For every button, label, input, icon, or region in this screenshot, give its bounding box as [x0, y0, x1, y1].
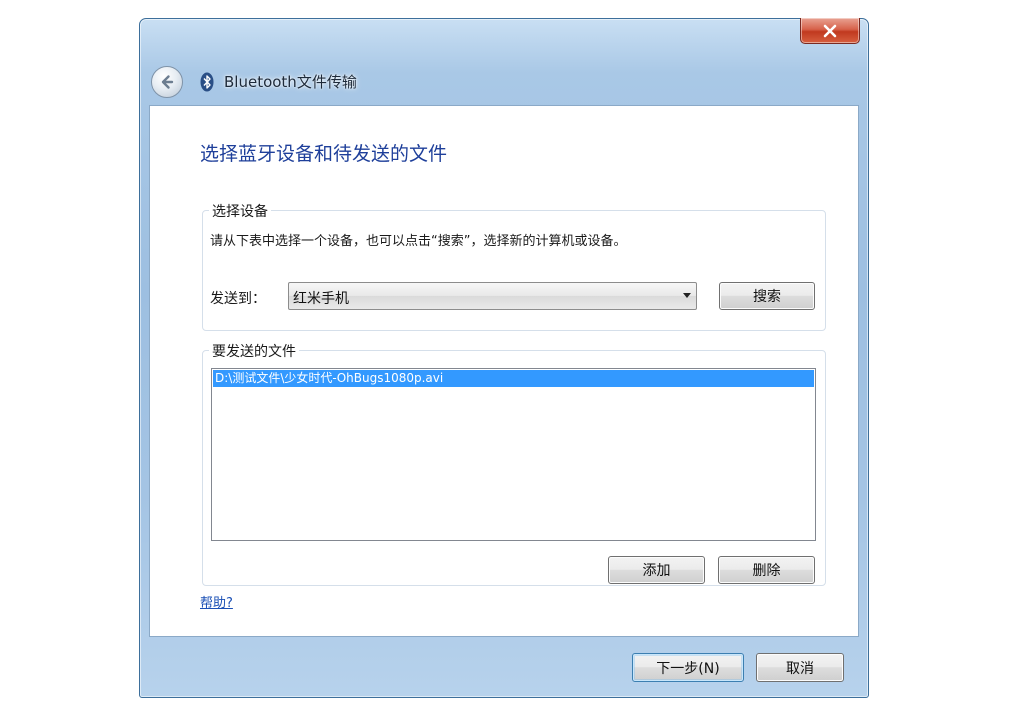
back-arrow-icon: [161, 75, 174, 89]
search-button[interactable]: 搜索: [719, 282, 815, 310]
device-group-legend: 选择设备: [209, 201, 271, 221]
help-link[interactable]: 帮助?: [200, 592, 233, 611]
files-group: 要发送的文件 D:\测试文件\少女时代-OhBugs1080p.avi 添加 删…: [202, 341, 826, 586]
back-button[interactable]: [151, 66, 183, 98]
bluetooth-icon: [197, 71, 217, 93]
page-title: 选择蓝牙设备和待发送的文件: [200, 143, 448, 165]
files-group-legend: 要发送的文件: [209, 341, 299, 361]
send-to-label: 发送到：: [210, 291, 266, 307]
selected-device-value: 红米手机: [293, 291, 349, 307]
dialog-content: 选择蓝牙设备和待发送的文件 选择设备 请从下表中选择一个设备，也可以点击“搜索”…: [149, 105, 859, 637]
window-title: Bluetooth文件传输: [224, 73, 357, 91]
close-icon: [823, 24, 837, 37]
dialog-footer: 下一步(N) 取消: [150, 639, 858, 686]
delete-button[interactable]: 删除: [718, 556, 815, 584]
chevron-down-icon: [683, 293, 691, 298]
device-dropdown[interactable]: 红米手机: [288, 282, 697, 310]
device-instructions: 请从下表中选择一个设备，也可以点击“搜索”，选择新的计算机或设备。: [210, 234, 627, 249]
cancel-button[interactable]: 取消: [756, 653, 844, 682]
bluetooth-transfer-window: Bluetooth文件传输 选择蓝牙设备和待发送的文件 选择设备 请从下表中选择…: [139, 18, 869, 698]
next-button[interactable]: 下一步(N): [632, 653, 744, 682]
close-button[interactable]: [800, 18, 860, 44]
add-button[interactable]: 添加: [608, 556, 705, 584]
file-list[interactable]: D:\测试文件\少女时代-OhBugs1080p.avi: [211, 368, 816, 541]
file-list-item[interactable]: D:\测试文件\少女时代-OhBugs1080p.avi: [213, 370, 814, 387]
device-group: 选择设备 请从下表中选择一个设备，也可以点击“搜索”，选择新的计算机或设备。 发…: [202, 201, 826, 331]
